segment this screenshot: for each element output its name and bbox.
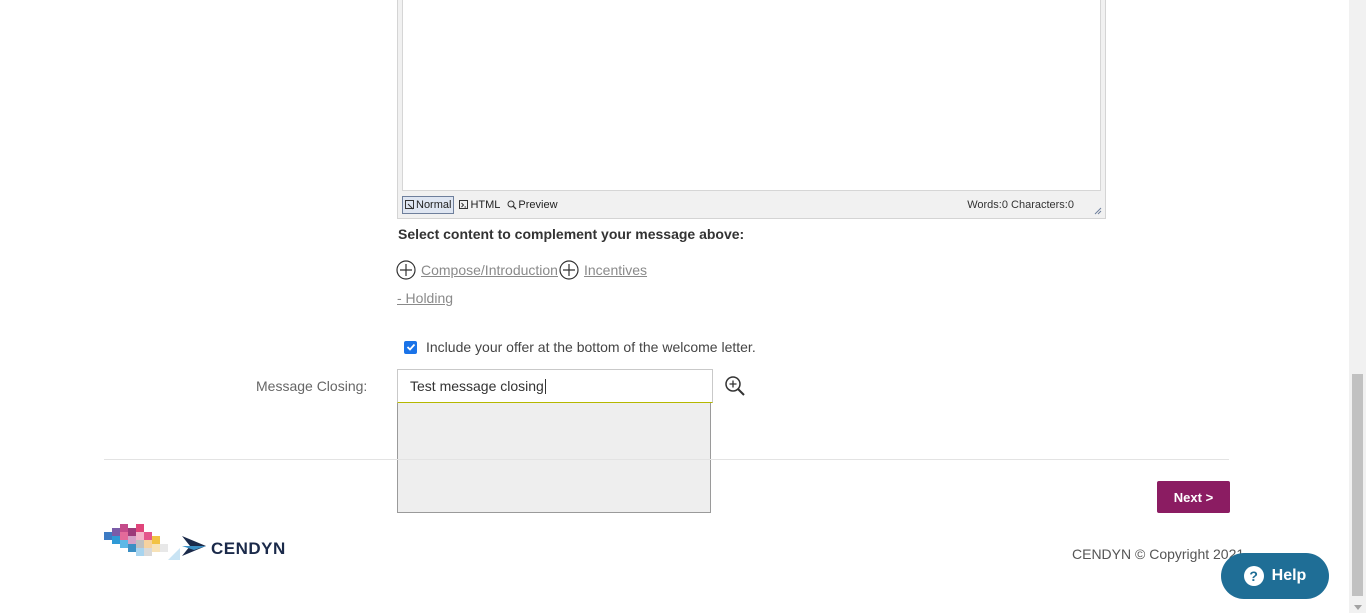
message-closing-value: Test message closing xyxy=(410,378,544,394)
mode-normal-label: Normal xyxy=(416,199,452,211)
include-offer-label: Include your offer at the bottom of the … xyxy=(426,339,756,355)
resize-grip-icon[interactable] xyxy=(1093,206,1102,215)
preview-icon xyxy=(507,200,517,210)
scroll-down-arrow-icon[interactable] xyxy=(1354,605,1362,610)
holding-link[interactable]: - Holding xyxy=(397,290,453,306)
text-caret xyxy=(544,378,546,394)
help-button[interactable]: ? Help xyxy=(1221,553,1329,599)
content-section-heading: Select content to complement your messag… xyxy=(398,226,745,242)
compose-introduction-link[interactable]: Compose/Introduction xyxy=(396,260,558,280)
include-offer-row: Include your offer at the bottom of the … xyxy=(404,339,756,355)
page: Normal HTML Preview Words:0 Characters:0 xyxy=(0,0,1366,613)
help-question-icon: ? xyxy=(1243,566,1264,586)
cendyn-logo-text: CENDYN xyxy=(211,539,286,558)
editor-content-area[interactable] xyxy=(402,0,1101,191)
checkmark-icon xyxy=(406,343,415,351)
incentives-link[interactable]: Incentives xyxy=(559,260,647,280)
mode-tab-html[interactable]: HTML xyxy=(457,197,502,213)
editor-mode-bar: Normal HTML Preview xyxy=(402,196,563,214)
add-circle-icon xyxy=(396,260,416,280)
autocomplete-dropdown[interactable] xyxy=(397,403,711,513)
rich-text-editor: Normal HTML Preview Words:0 Characters:0 xyxy=(397,0,1106,219)
next-button[interactable]: Next > xyxy=(1157,481,1230,513)
add-circle-icon xyxy=(559,260,579,280)
mode-preview-label: Preview xyxy=(518,199,558,211)
mode-tab-normal[interactable]: Normal xyxy=(402,196,455,214)
section-divider xyxy=(104,459,1229,460)
scrollbar-thumb[interactable] xyxy=(1352,374,1363,596)
help-label: Help xyxy=(1271,567,1307,584)
html-mode-icon xyxy=(459,200,469,209)
word-count: Words:0 Characters:0 xyxy=(967,199,1074,211)
normal-mode-icon xyxy=(405,200,414,210)
holding-label: - Holding xyxy=(397,290,454,306)
mode-tab-preview[interactable]: Preview xyxy=(505,197,559,213)
page-scrollbar[interactable] xyxy=(1349,0,1366,613)
message-closing-label: Message Closing: xyxy=(256,378,368,394)
mode-html-label: HTML xyxy=(470,199,501,211)
compose-introduction-label: Compose/Introduction xyxy=(421,262,558,278)
incentives-label: Incentives xyxy=(584,262,648,278)
zoom-in-icon[interactable] xyxy=(724,375,746,397)
message-closing-input[interactable]: Test message closing xyxy=(397,369,713,403)
include-offer-checkbox[interactable] xyxy=(404,340,417,354)
copyright-text: CENDYN © Copyright 2021 xyxy=(1072,546,1245,562)
